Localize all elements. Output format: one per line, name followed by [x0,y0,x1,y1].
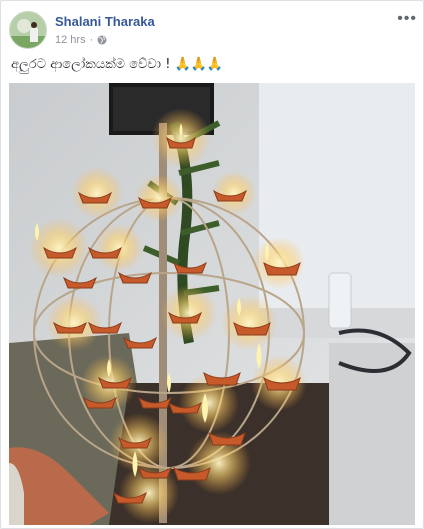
post-photo[interactable] [9,83,415,525]
post-header: Shalani Tharaka 12 hrs · ••• [9,11,417,51]
facebook-post: Shalani Tharaka 12 hrs · ••• අලුරට ආලෝකය… [0,0,424,529]
meta-separator: · [89,34,94,46]
lamp-stand-photo [9,83,415,525]
caption-emojis: 🙏🙏🙏 [174,57,224,72]
post-caption: අලුරට ආලෝකයක්ම වේවා ! 🙏🙏🙏 [11,57,223,72]
more-options-icon[interactable]: ••• [397,11,417,27]
globe-icon[interactable] [97,35,107,45]
post-meta: 12 hrs · [55,34,107,46]
author-avatar[interactable] [9,11,47,49]
post-timestamp[interactable]: 12 hrs [55,34,86,46]
caption-text: අලුරට ආලෝකයක්ම වේවා ! [11,57,171,72]
author-name[interactable]: Shalani Tharaka [55,14,155,29]
